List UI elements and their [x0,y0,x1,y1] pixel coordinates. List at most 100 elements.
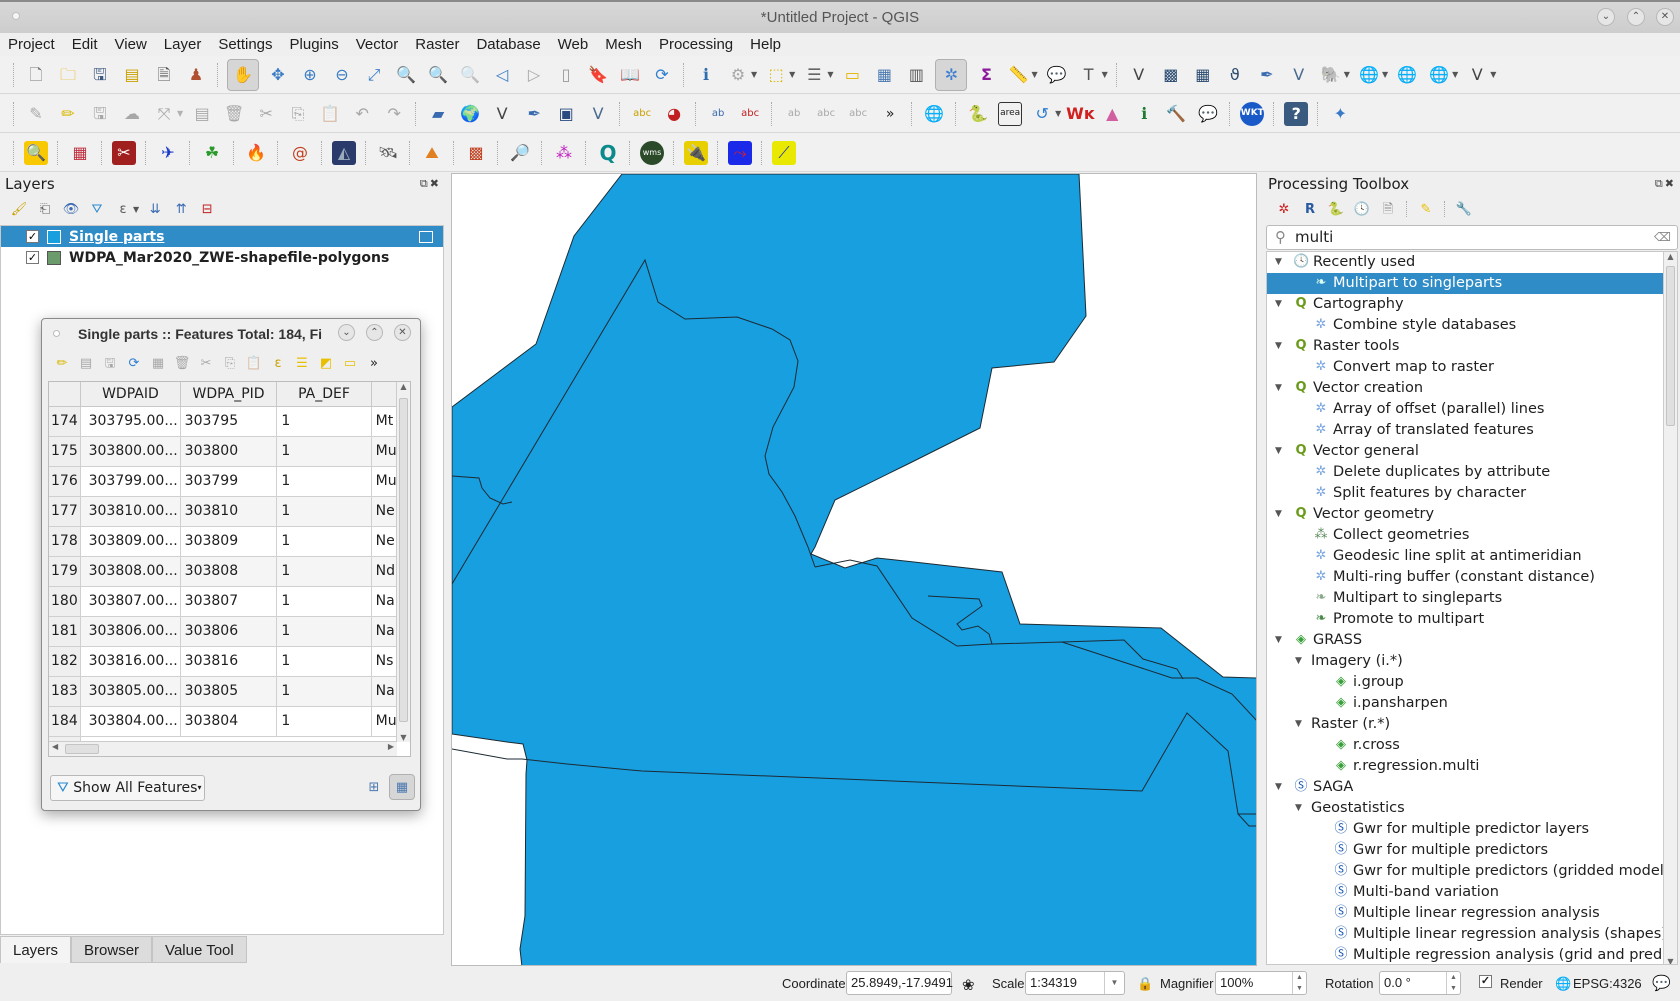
new-project-icon[interactable]: 🗋 [24,63,48,87]
cell-wdpa-pid[interactable]: 303810 [180,496,278,527]
toggle-editing-icon[interactable]: ✏ [56,102,80,126]
horizontal-scrollbar[interactable]: ◀ ▶ [49,741,397,756]
panel-dock-buttons[interactable]: ⧉✖ [420,177,441,191]
text-annotation-icon[interactable]: T [1077,63,1101,87]
pan-map-icon[interactable]: ✋ [227,58,259,91]
mesh-icon[interactable]: ◭ [332,140,356,165]
menu-layer[interactable]: Layer [162,36,204,53]
algorithm-group[interactable]: ▼ Raster (r.*) [1267,714,1677,735]
zoom-last-icon[interactable]: ◁ [490,63,514,87]
cell-wdpa-pid[interactable]: 303804 [180,706,278,737]
zoom-to-selection-icon[interactable]: 🔍 [394,63,418,87]
algorithm-item[interactable]: ✲ Delete duplicates by attribute [1267,462,1677,483]
algorithm-item[interactable]: Ⓢ Gwr for multiple predictor layers [1267,819,1677,840]
add-wcs-layer-icon[interactable]: 🌐 [1427,63,1451,87]
expand-arrow-icon[interactable]: ▼ [1275,252,1282,273]
algorithm-item[interactable]: ◈ i.pansharpen [1267,693,1677,714]
cell-wdpaid[interactable]: 303808.00... [80,556,181,587]
provider-group[interactable]: ▼ Q Raster tools [1267,336,1677,357]
row-header[interactable]: 176 [49,466,82,497]
cell-wdpa-pid[interactable]: 303809 [180,526,278,557]
show-all-features-button[interactable]: ⛛ Show All Features▾ [50,775,205,801]
new-map-view-icon[interactable]: ▯ [554,63,578,87]
geo-search-icon[interactable]: 🔎 [508,141,532,165]
layer-indicator-icon[interactable] [419,230,433,243]
crs-globe-icon[interactable]: 🌐 [1555,976,1571,992]
multi-edit-icon[interactable]: ▤ [77,354,95,372]
cell-wdpa-pid[interactable]: 303807 [180,586,278,617]
cell-wdpa-pid[interactable]: 303806 [180,616,278,647]
algorithm-item[interactable]: ❧ Multipart to singleparts [1267,588,1677,609]
select-by-value-icon[interactable]: ☰ [802,63,826,87]
rotation-spinbox[interactable]: 0.0 ° ▲ ▼ [1379,971,1461,995]
menu-edit[interactable]: Edit [70,36,100,53]
python-console-icon[interactable]: 🐍 [966,102,990,126]
cell-pa-def[interactable]: 1 [276,646,372,677]
refresh-icon[interactable]: ⟳ [650,63,674,87]
select-all-icon[interactable]: ☰ [293,354,311,372]
color-ramp-icon[interactable]: ▲ [1100,102,1124,126]
measure-line-icon[interactable]: 📏 [1006,63,1030,87]
toggle-extents-icon[interactable]: ❀ [962,976,975,994]
expand-arrow-icon[interactable]: ▼ [1275,777,1282,798]
add-group-icon[interactable]: ⎗ [36,200,54,218]
table-row[interactable]: 181 303806.00... 303806 1 Na [49,616,410,647]
highlight-labels-icon[interactable]: abc [738,102,762,126]
undo-icon[interactable]: ↶ [350,102,374,126]
globe-binoculars-icon[interactable]: 🌐 [922,102,946,126]
algorithm-item[interactable]: ❧ Multipart to singleparts [1267,273,1677,294]
algorithm-group[interactable]: ▼ Imagery (i.*) [1267,651,1677,672]
pan-to-selection-icon[interactable]: ✥ [266,63,290,87]
algorithm-group[interactable]: ▼ Geostatistics [1267,798,1677,819]
freehand-icon[interactable]: ✒ [522,102,546,126]
cell-pa-def[interactable]: 1 [276,676,372,707]
new-spatialite-layer-icon[interactable]: ▦ [1191,63,1215,87]
cell-pa-def[interactable]: 1 [276,706,372,737]
provider-group[interactable]: ▼ ◈ GRASS [1267,630,1677,651]
layer-visibility-checkbox[interactable]: ✓ [26,251,39,264]
spiral-icon[interactable]: @ [288,141,312,165]
python-scripts-icon[interactable]: 🐍 [1327,200,1345,218]
maximize-button[interactable]: ⌃ [1627,8,1645,26]
more-tools-icon[interactable]: » [365,354,383,372]
tab-browser[interactable]: Browser [71,936,153,963]
cell-wdpa-pid[interactable]: 303805 [180,676,278,707]
cell-wdpa-pid[interactable]: 303799 [180,466,278,497]
row-header[interactable]: 175 [49,436,82,467]
vertex-tool-icon[interactable]: ⤧ [152,102,176,126]
plugin-plug-icon[interactable]: 🔌 [684,140,708,165]
zoom-out-icon[interactable]: ⊖ [330,63,354,87]
provider-group[interactable]: ▼ Q Vector creation [1267,378,1677,399]
menu-project[interactable]: Project [6,36,57,53]
fire-icon[interactable]: 🔥 [244,141,268,165]
heatmap-icon[interactable]: ▩ [464,141,488,165]
coordinate-field[interactable]: 25.8949,-17.9491 [846,971,953,995]
rotate-icon[interactable]: ↺ [1030,102,1054,126]
expand-arrow-icon[interactable]: ▼ [1275,441,1282,462]
processing-scrollbar[interactable]: ▲ ▼ [1663,252,1677,964]
paste-icon[interactable]: 📋 [245,354,263,372]
tab-layers[interactable]: Layers [0,936,72,963]
provider-group[interactable]: ▼ Q Cartography [1267,294,1677,315]
expand-arrow-icon[interactable]: ▼ [1275,504,1282,525]
clip-tool-icon[interactable]: ✂ [112,140,136,165]
expand-arrow-icon[interactable]: ▼ [1295,798,1302,819]
algorithm-item[interactable]: Ⓢ Multi-band variation [1267,882,1677,903]
close-window-button[interactable]: ✕ [1656,8,1674,26]
filter-expression-icon[interactable]: ε [114,200,132,218]
table-row[interactable]: 182 303816.00... 303816 1 Ns [49,646,410,677]
row-header[interactable]: 182 [49,646,82,677]
table-row[interactable]: 180 303807.00... 303807 1 Na [49,586,410,617]
filter-legend-icon[interactable]: ⛛ [88,200,106,218]
move-label-icon[interactable]: ab [782,102,806,126]
processing-scroll-thumb[interactable] [1666,266,1675,426]
menu-database[interactable]: Database [474,36,542,53]
algorithm-item[interactable]: Ⓢ Multiple linear regression analysis [1267,903,1677,924]
expand-arrow-icon[interactable]: ▼ [1295,651,1302,672]
new-print-layout-icon[interactable]: ▤ [120,63,144,87]
wms-globe-icon[interactable]: wms [640,140,664,165]
lock-scale-icon[interactable]: 🔒 [1137,976,1153,992]
attr-minimize-button[interactable]: ⌄ [338,324,355,341]
select-by-expression-icon[interactable]: ε [269,354,287,372]
r-scripts-icon[interactable]: R [1301,200,1319,218]
